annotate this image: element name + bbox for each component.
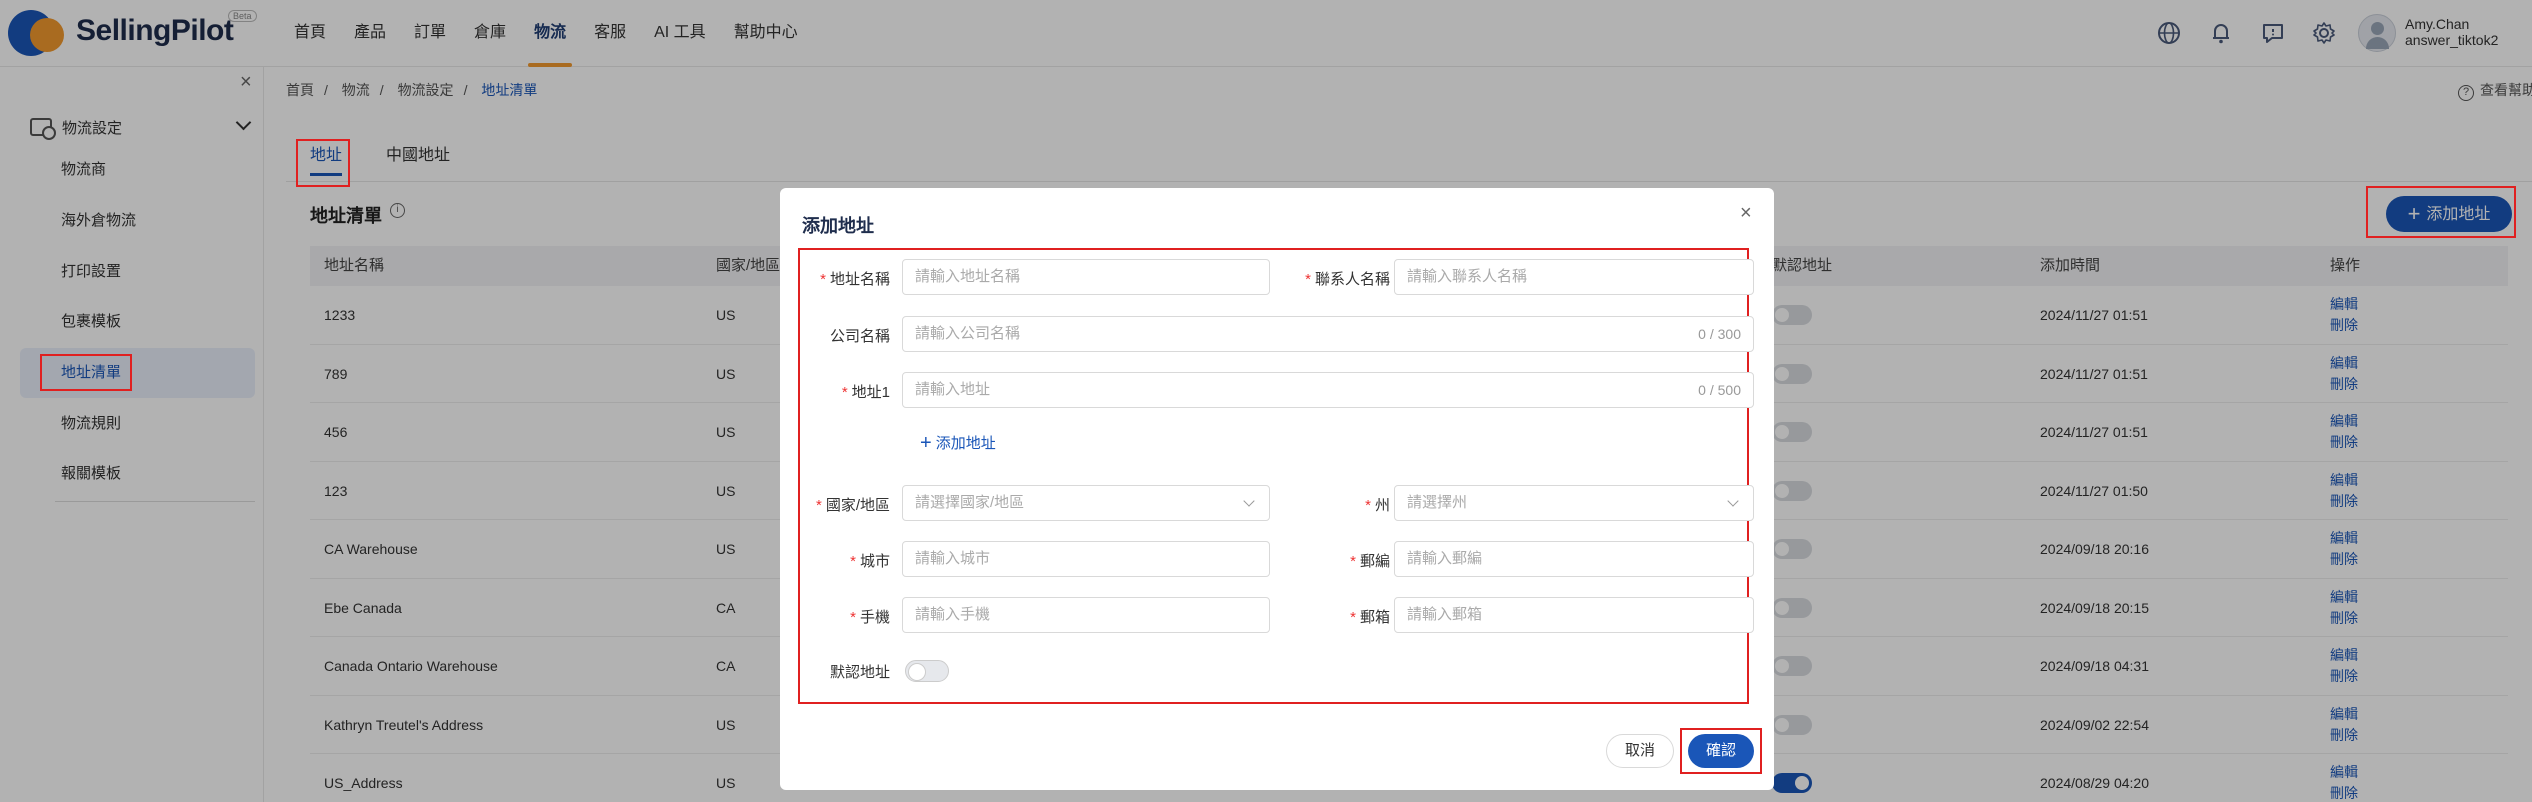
company-name-label: 公司名稱 — [829, 328, 890, 345]
company-name-input[interactable]: 請輸入公司名稱 0 / 300 — [902, 316, 1754, 352]
highlight-add-address-button — [2366, 186, 2516, 238]
close-icon[interactable]: × — [1740, 202, 1752, 225]
phone-label: * 手機 — [850, 609, 890, 626]
highlight-sidebar-address-list — [40, 354, 132, 391]
address1-counter: 0 / 500 — [1698, 382, 1741, 398]
zip-input[interactable]: 請輸入郵編 — [1394, 541, 1754, 577]
address-name-label: * 地址名稱 — [820, 271, 890, 288]
default-address-toggle[interactable] — [905, 660, 949, 682]
state-select[interactable]: 請選擇州 — [1394, 485, 1754, 521]
email-input[interactable]: 請輸入郵箱 — [1394, 597, 1754, 633]
country-select[interactable]: 請選擇國家/地區 — [902, 485, 1270, 521]
modal-title: 添加地址 — [802, 216, 874, 236]
address-name-input[interactable]: 請輸入地址名稱 — [902, 259, 1270, 295]
company-name-counter: 0 / 300 — [1698, 326, 1741, 342]
add-address-line-link[interactable]: + 添加地址 — [920, 432, 996, 455]
contact-name-input[interactable]: 請輸入聯系人名稱 — [1394, 259, 1754, 295]
default-address-label: 默認地址 — [829, 664, 890, 681]
highlight-tab-address — [296, 139, 350, 187]
city-label: * 城市 — [850, 553, 890, 570]
city-input[interactable]: 請輸入城市 — [902, 541, 1270, 577]
zip-label: * 郵編 — [1350, 553, 1390, 570]
add-address-modal: 添加地址 × * 地址名稱 請輸入地址名稱 * 聯系人名稱 請輸入聯系人名稱 公司名… — [780, 188, 1774, 790]
state-label: * 州 — [1365, 497, 1390, 514]
address1-label: * 地址1 — [841, 384, 890, 401]
contact-name-label: * 聯系人名稱 — [1305, 271, 1390, 288]
phone-input[interactable]: 請輸入手機 — [902, 597, 1270, 633]
country-label: * 國家/地區 — [815, 497, 890, 514]
chevron-down-icon — [1243, 495, 1255, 507]
cancel-button[interactable]: 取消 — [1606, 734, 1674, 768]
email-label: * 郵箱 — [1350, 609, 1390, 626]
highlight-confirm-button — [1680, 728, 1762, 774]
address1-input[interactable]: 請輸入地址 0 / 500 — [902, 372, 1754, 408]
chevron-down-icon — [1727, 495, 1739, 507]
